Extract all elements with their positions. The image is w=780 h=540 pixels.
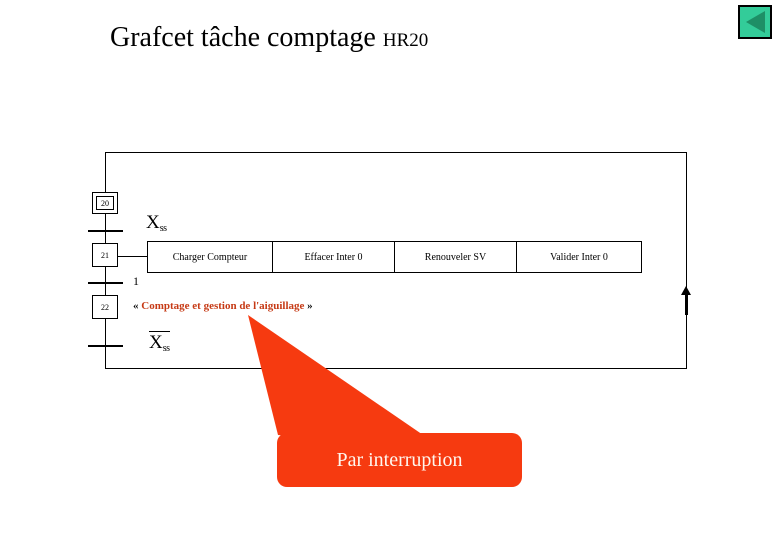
link-step22-to-transition [105,319,106,345]
left-triangle-icon [746,11,765,33]
transition-condition-t22-text: Xss [149,331,170,354]
page-title: Grafcet tâche comptage HR20 [110,18,530,58]
grafcet-step-21[interactable]: 21 [92,243,118,267]
grafcet-step-20-number: 20 [101,198,109,208]
page-title-suffix: HR20 [382,30,429,51]
action-box-effacer-inter-0[interactable]: Effacer Inter 0 [273,242,395,272]
slide-canvas: Grafcet tâche comptage HR20 20 Xss 21 Ch… [0,0,780,540]
action-box-valider-inter-0[interactable]: Valider Inter 0 [517,242,641,272]
action-box-charger-compteur[interactable]: Charger Compteur [148,242,273,272]
transition-condition-t21: 1 [133,274,139,289]
action-box-renouveler-sv[interactable]: Renouveler SV [395,242,517,272]
grafcet-step-22-number: 22 [101,302,109,312]
loop-top-line [105,152,687,153]
annotation-open-guillemet: « [133,300,139,312]
grafcet-step-21-number: 21 [101,250,109,260]
link-step20-to-transition [105,214,106,230]
link-transition-to-step21 [105,230,106,243]
link-step21-to-transition [105,267,106,282]
grafcet-step-20[interactable]: 20 [92,192,118,214]
grafcet-step-20-inner: 20 [96,196,114,210]
return-arrow-head-icon [681,286,691,295]
link-step21-to-actions [118,256,148,257]
callout-label: Par interruption [336,448,463,471]
transition-condition-t20-text: Xss [146,212,167,234]
transition-condition-t20: Xss [146,212,167,234]
return-arrow-stem [685,293,688,315]
back-button[interactable] [738,5,772,39]
loop-left-line [105,152,106,193]
transition-condition-t21-text: 1 [133,274,139,288]
page-title-main: Grafcet tâche comptage [110,22,376,53]
action-box-row: Charger Compteur Effacer Inter 0 Renouve… [147,241,642,273]
link-transition-to-loop-bottom [105,345,106,369]
transition-condition-t22: Xss [149,331,170,354]
link-transition-to-step22 [105,282,106,295]
grafcet-step-22[interactable]: 22 [92,295,118,319]
loop-right-line [686,152,687,369]
callout-box[interactable]: Par interruption [277,433,522,487]
